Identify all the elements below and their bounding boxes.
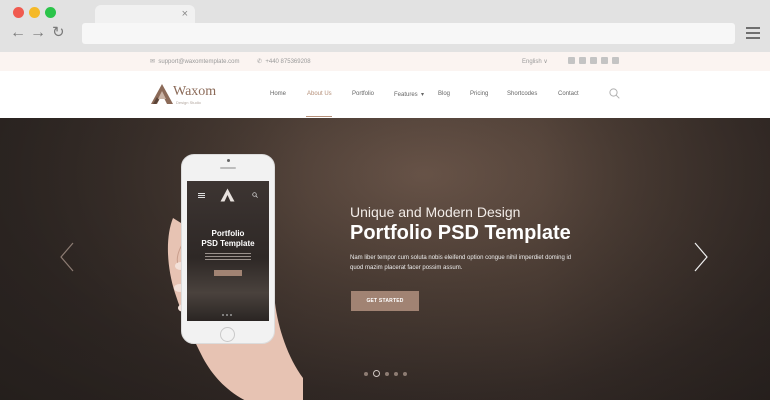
phone-screen: Portfolio PSD Template — [187, 181, 269, 321]
slider-dot[interactable] — [403, 371, 407, 376]
slider-dot-active[interactable] — [373, 370, 380, 377]
phone-title-line-2: PSD Template — [201, 239, 255, 248]
slider-prev-arrow-icon[interactable] — [60, 242, 74, 272]
back-arrow-icon[interactable]: ← — [10, 25, 26, 41]
hero-title: Portfolio PSD Template — [350, 222, 571, 244]
logo-icon — [220, 188, 235, 202]
phone-title-line-1: Portfolio — [211, 229, 245, 238]
instagram-icon[interactable] — [601, 57, 608, 64]
browser-chrome: × ← → ↻ — [0, 0, 770, 52]
nav-item-home[interactable]: Home — [270, 91, 286, 97]
nav-item-features-label: Features — [394, 92, 418, 98]
logo-name[interactable]: Waxom — [173, 84, 216, 100]
slider-dot[interactable] — [394, 371, 398, 376]
logo-icon[interactable] — [150, 83, 174, 105]
logo-tagline: Design Studio — [176, 100, 201, 105]
browser-tab[interactable]: × — [95, 5, 195, 23]
close-icon[interactable]: × — [182, 6, 188, 22]
reload-icon[interactable]: ↻ — [52, 25, 65, 41]
envelope-icon: ✉ — [150, 59, 156, 65]
nav-item-shortcodes[interactable]: Shortcodes — [507, 91, 537, 97]
search-icon — [252, 192, 258, 198]
search-icon[interactable] — [609, 88, 620, 99]
phone-screen-background — [187, 181, 269, 321]
hero-description: Nam liber tempor cum soluta nobis eleife… — [350, 255, 572, 271]
phone-screen-text — [205, 253, 251, 262]
slider-dot[interactable] — [385, 371, 389, 376]
google-plus-icon[interactable] — [590, 57, 597, 64]
chevron-down-icon: ∨ — [543, 59, 548, 65]
phone-mockup: Portfolio PSD Template — [181, 154, 275, 344]
forward-arrow-icon[interactable]: → — [30, 25, 46, 41]
slider-pagination — [364, 370, 407, 377]
address-bar[interactable] — [82, 23, 735, 44]
language-label: English — [522, 59, 542, 65]
phone-icon: ✆ — [257, 59, 263, 65]
maximize-window-button[interactable] — [45, 7, 56, 18]
top-info-bar: ✉ support@waxomtemplate.com ✆ +440 87536… — [0, 52, 770, 71]
hamburger-menu-icon[interactable] — [746, 27, 760, 39]
phone-text: +440 875369208 — [265, 59, 311, 65]
facebook-icon[interactable] — [568, 57, 575, 64]
hero-slider: Portfolio PSD Template Unique and Modern… — [0, 118, 770, 400]
close-window-button[interactable] — [13, 7, 24, 18]
nav-item-portfolio[interactable]: Portfolio — [352, 91, 374, 97]
contact-email[interactable]: ✉ support@waxomtemplate.com — [150, 58, 240, 65]
nav-item-about-us[interactable]: About Us — [307, 91, 332, 97]
contact-phone[interactable]: ✆ +440 875369208 — [257, 58, 311, 65]
phone-camera — [227, 159, 230, 162]
slider-dot[interactable] — [364, 371, 368, 376]
vimeo-icon[interactable] — [612, 57, 619, 64]
active-nav-indicator — [306, 116, 332, 117]
slider-next-arrow-icon[interactable] — [694, 242, 708, 272]
twitter-icon[interactable] — [579, 57, 586, 64]
chevron-down-icon: ▾ — [421, 92, 425, 98]
nav-item-blog[interactable]: Blog — [438, 91, 450, 97]
phone-speaker — [220, 167, 236, 169]
minimize-window-button[interactable] — [29, 7, 40, 18]
phone-screen-dots — [222, 314, 232, 316]
phone-screen-title: Portfolio PSD Template — [187, 229, 269, 249]
get-started-button[interactable]: GET STARTED — [351, 291, 419, 311]
email-text: support@waxomtemplate.com — [158, 59, 240, 65]
hero-subtitle: Unique and Modern Design — [350, 204, 521, 220]
nav-item-features[interactable]: Features ▾ — [394, 91, 424, 98]
social-links — [568, 57, 619, 64]
site-header: Waxom Design Studio Home About Us Portfo… — [0, 71, 770, 118]
nav-item-pricing[interactable]: Pricing — [470, 91, 488, 97]
nav-item-contact[interactable]: Contact — [558, 91, 579, 97]
language-selector[interactable]: English ∨ — [522, 58, 548, 65]
phone-screen-button — [214, 270, 242, 276]
hamburger-menu-icon — [198, 193, 205, 198]
phone-home-button — [220, 327, 235, 342]
